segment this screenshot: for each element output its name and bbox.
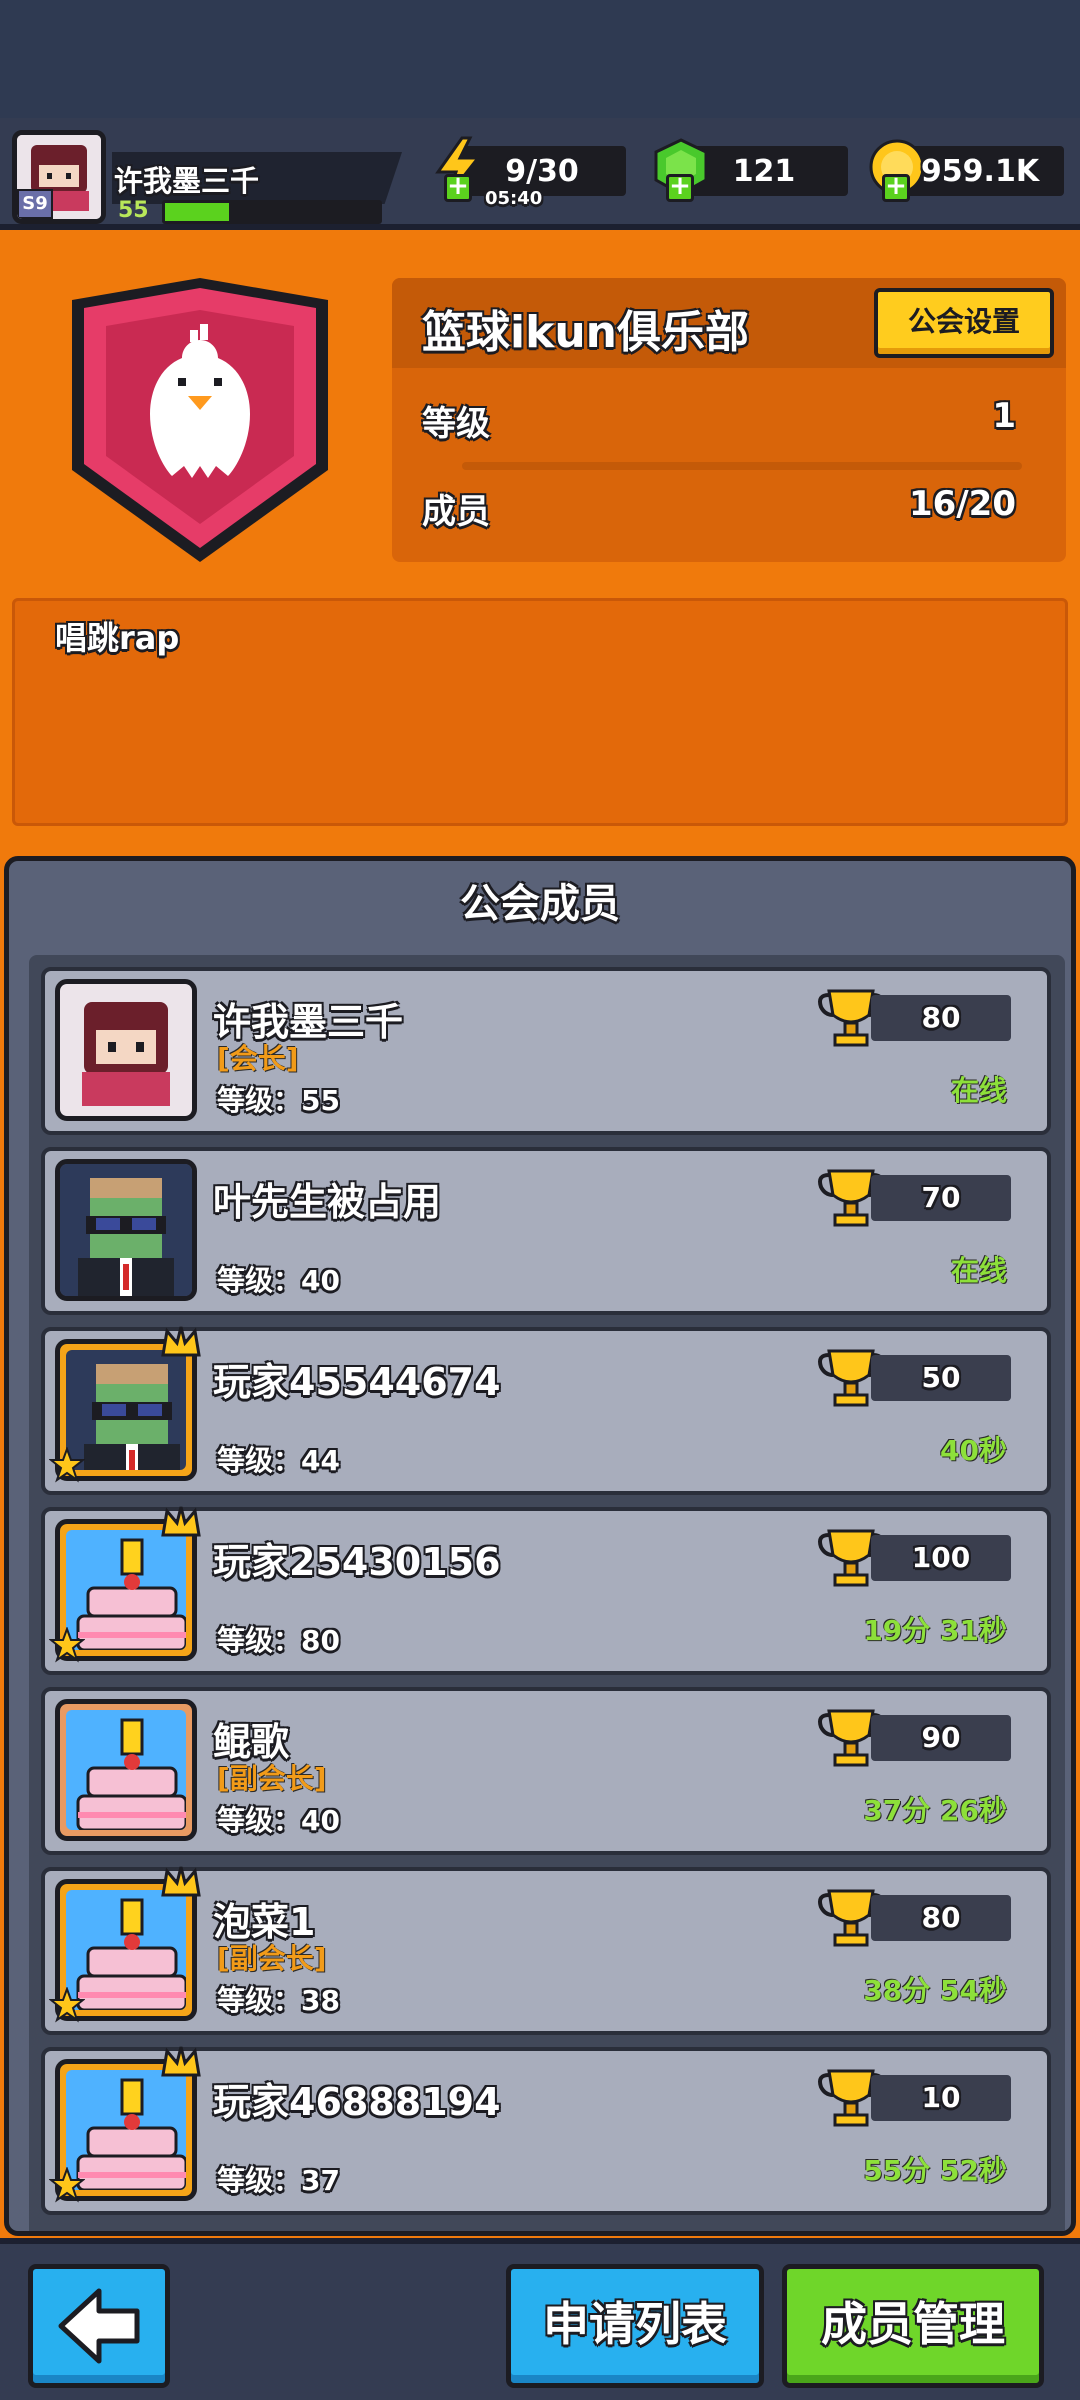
member-online-status: 40秒: [940, 1434, 1007, 1467]
guild-motto-text: 唱跳rap: [55, 619, 180, 657]
player-level: 55: [118, 198, 149, 223]
member-card[interactable]: 泡菜1 [副会长] 等级：38 80 38分 54秒: [41, 1865, 1051, 2035]
chicken-shield-icon: [62, 270, 338, 570]
bottom-bar: 申请列表 成员管理: [0, 2238, 1080, 2400]
guild-info-panel: 篮球ikun俱乐部 公会设置 等级 1 成员 16/20: [392, 278, 1066, 562]
member-trophies: 50: [871, 1355, 1011, 1401]
crown-icon: [161, 1505, 201, 1539]
member-name: 玩家25430156: [213, 1540, 501, 1584]
member-level: 等级：37: [217, 2164, 340, 2197]
member-level: 等级：80: [217, 1624, 340, 1657]
zombie-avatar-icon: [60, 1164, 192, 1296]
member-level: 等级：40: [217, 1804, 340, 1837]
member-card[interactable]: 鲲歌 [副会长] 等级：40 90 37分 26秒: [41, 1687, 1051, 1855]
member-name: 玩家46888194: [213, 2080, 501, 2124]
member-card[interactable]: 叶先生被占用等级：40 70 在线: [41, 1147, 1051, 1315]
member-level: 等级：55: [217, 1084, 340, 1117]
guild-level-label: 等级: [422, 404, 490, 444]
member-trophies: 10: [871, 2075, 1011, 2121]
member-card[interactable]: 玩家25430156 等级：80 100 19分 31秒: [41, 1505, 1051, 1675]
top-resource-bar: S9 许我墨三千 55 + 9/30 05:40 + 121 + 959.1K: [0, 118, 1080, 230]
member-avatar[interactable]: [55, 1159, 197, 1301]
member-avatar[interactable]: [55, 1699, 197, 1841]
gems-counter[interactable]: + 121: [654, 138, 848, 202]
member-role: [副会长]: [217, 1762, 327, 1795]
members-list[interactable]: 许我墨三千 [会长] 等级：55 80 在线 叶先生被占用 等级：40 70 在线 玩家45544…: [29, 955, 1065, 2231]
crown-icon: [161, 1865, 201, 1899]
player-girl-avatar-icon: [60, 984, 192, 1116]
cake-avatar-icon: [66, 1710, 186, 1830]
members-panel-title: 公会成员: [460, 881, 620, 927]
member-name: 叶先生被占用: [213, 1180, 442, 1224]
guild-members-panel: 公会成员 许我墨三千 [会长] 等级：55 80 在线 叶先生被占用 等级：40 70 在线 玩家…: [4, 856, 1076, 2236]
member-online-status: 19分 31秒: [863, 1614, 1007, 1647]
xp-progress-bar: [162, 200, 382, 224]
member-role: [会长]: [217, 1042, 299, 1075]
member-trophies: 100: [871, 1535, 1011, 1581]
coins-counter[interactable]: + 959.1K: [869, 139, 1064, 202]
member-trophies: 90: [871, 1715, 1011, 1761]
member-management-button[interactable]: 成员管理: [782, 2264, 1044, 2388]
member-avatar[interactable]: [55, 979, 197, 1121]
guild-name: 篮球ikun俱乐部: [422, 307, 749, 358]
guild-xp-bar: [462, 462, 1022, 470]
back-arrow-icon: [58, 2288, 140, 2364]
member-trophies: 80: [871, 995, 1011, 1041]
star-icon: [48, 1446, 86, 1483]
guild-settings-button[interactable]: 公会设置: [874, 288, 1054, 358]
star-icon: [48, 2166, 86, 2203]
member-trophies: 70: [871, 1175, 1011, 1221]
energy-value: 9/30: [505, 154, 579, 189]
back-button[interactable]: [28, 2264, 170, 2388]
apply-list-button[interactable]: 申请列表: [506, 2264, 764, 2388]
guild-motto: 唱跳rap: [12, 598, 1068, 826]
member-card[interactable]: 玩家45544674 等级：44 50 40秒: [41, 1325, 1051, 1495]
guild-name-strip: 篮球ikun俱乐部 公会设置: [392, 278, 1066, 368]
guild-members-value: 16/20: [908, 484, 1016, 524]
member-card[interactable]: 许我墨三千 [会长] 等级：55 80 在线: [41, 967, 1051, 1135]
member-trophies: 80: [871, 1895, 1011, 1941]
crown-icon: [161, 1325, 201, 1359]
member-name: 玩家45544674: [213, 1360, 501, 1404]
xp-progress-fill: [165, 203, 230, 221]
member-level: 等级：40: [217, 1264, 340, 1297]
status-bar-area: [0, 0, 1080, 118]
season-tag: S9: [17, 189, 53, 219]
guild-members-label: 成员: [422, 492, 490, 532]
member-role: [副会长]: [217, 1942, 327, 1975]
player-avatar[interactable]: S9: [12, 130, 106, 224]
coins-value: 959.1K: [920, 154, 1040, 189]
gems-value: 121: [732, 154, 796, 189]
crown-icon: [161, 2045, 201, 2079]
member-level: 等级：44: [217, 1444, 340, 1477]
member-level: 等级：38: [217, 1984, 340, 2017]
player-name: 许我墨三千: [112, 152, 402, 204]
member-online-status: 38分 54秒: [863, 1974, 1007, 2007]
member-online-status: 在线: [950, 1074, 1007, 1107]
guild-level-value: 1: [992, 396, 1016, 436]
member-online-status: 在线: [950, 1254, 1007, 1287]
member-online-status: 37分 26秒: [863, 1794, 1007, 1827]
star-icon: [48, 1986, 86, 2023]
member-online-status: 55分 52秒: [863, 2154, 1007, 2187]
energy-timer: 05:40: [485, 188, 543, 209]
member-card[interactable]: 玩家46888194 等级：37 10 55分 52秒: [41, 2045, 1051, 2215]
star-icon: [48, 1626, 86, 1663]
